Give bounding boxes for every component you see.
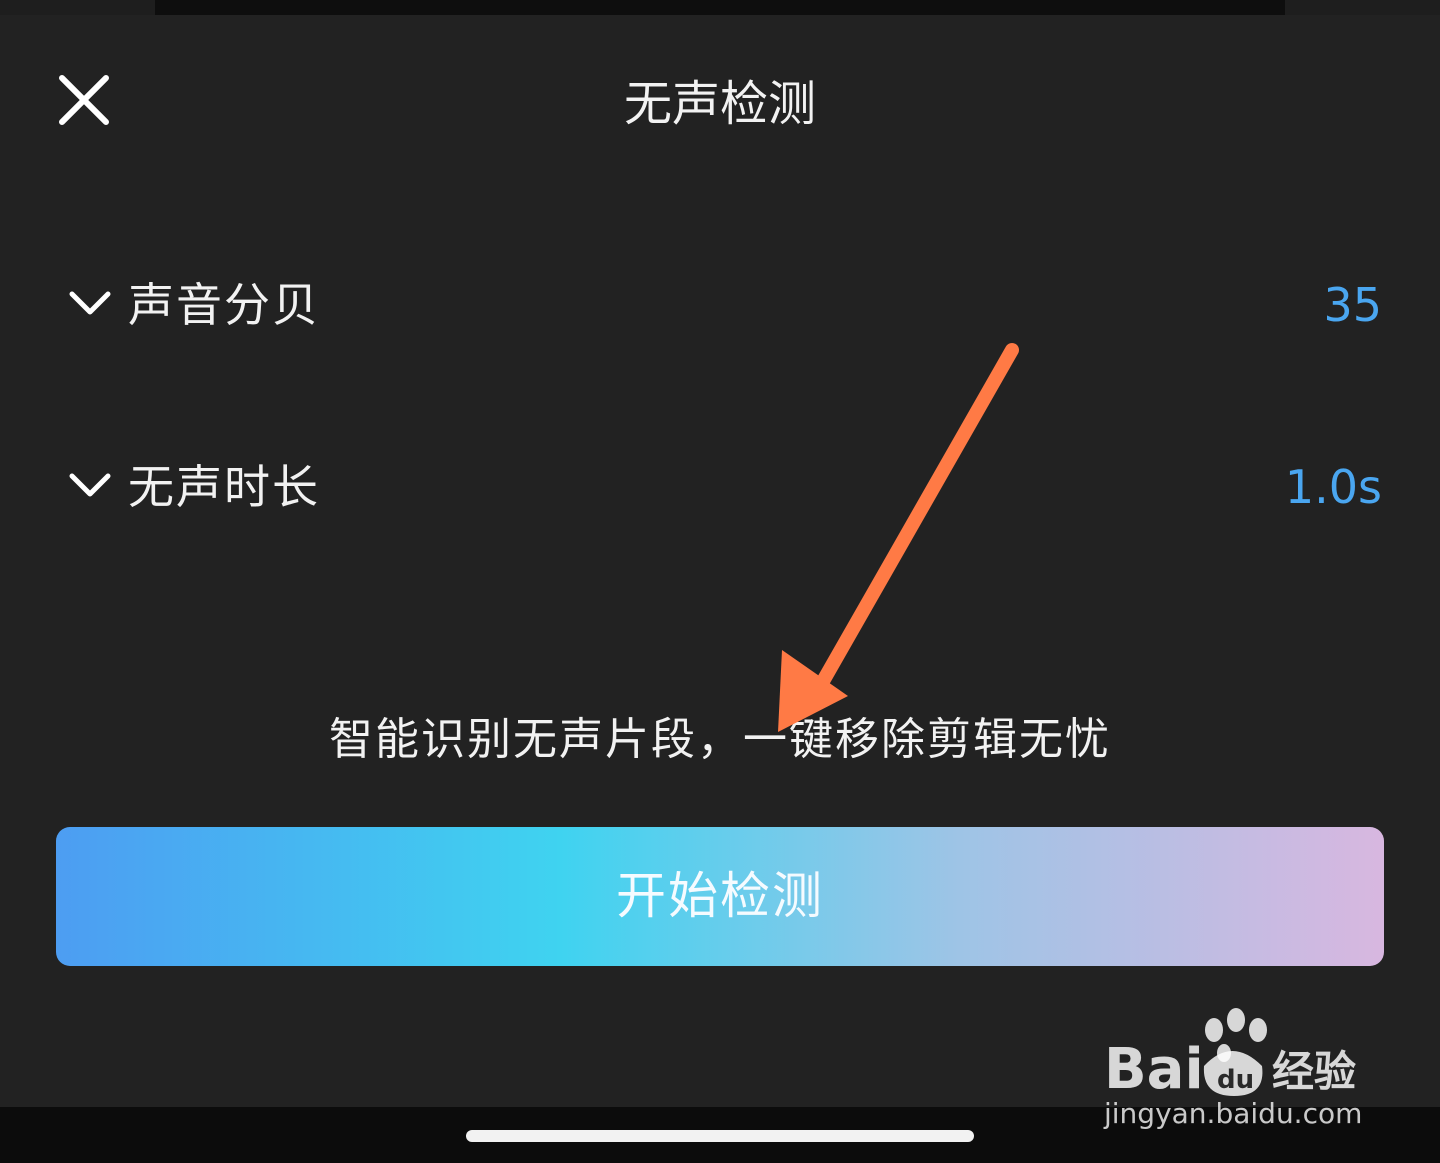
start-detection-button[interactable]: 开始检测 (56, 827, 1384, 966)
setting-value-silence-duration: 1.0s (1284, 460, 1382, 514)
top-strip (155, 0, 1285, 15)
setting-value-decibel: 35 (1323, 278, 1382, 332)
setting-label-silence-duration: 无声时长 (128, 460, 320, 514)
feature-hint-text: 智能识别无声片段，一键移除剪辑无忧 (329, 714, 1111, 765)
home-indicator[interactable] (466, 1130, 974, 1142)
setting-label-decibel: 声音分贝 (128, 278, 320, 332)
setting-row-decibel[interactable]: 声音分贝 35 (66, 270, 1386, 340)
page-title: 无声检测 (623, 76, 816, 132)
setting-row-silence-duration[interactable]: 无声时长 1.0s (66, 452, 1386, 522)
chevron-down-icon (66, 466, 114, 506)
chevron-down-icon (66, 284, 114, 324)
